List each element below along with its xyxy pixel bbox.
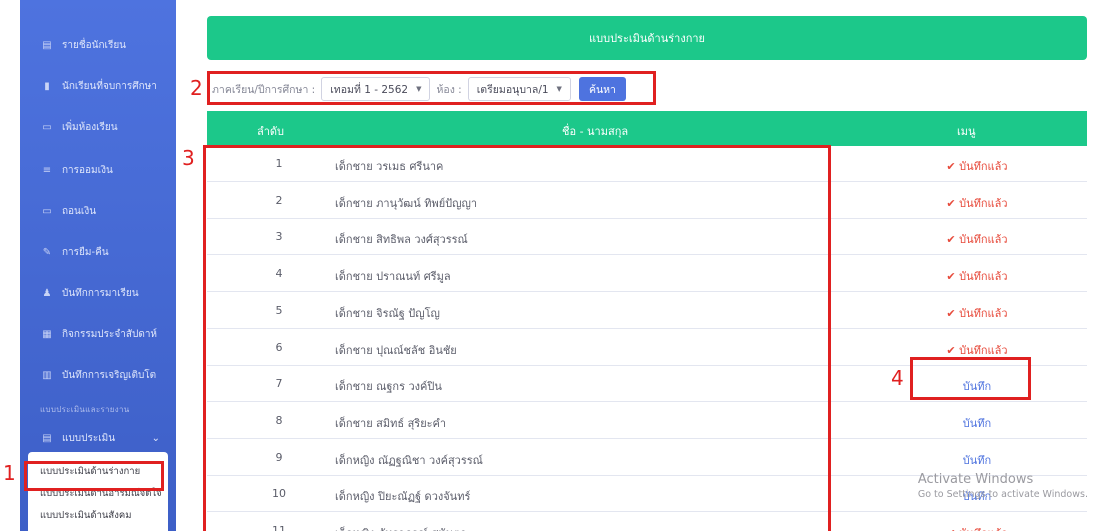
chat-icon: ▭ — [42, 121, 52, 133]
calendar-icon: ▦ — [42, 328, 52, 340]
saved-status[interactable]: ✔ บันทึกแล้ว — [907, 230, 1047, 248]
record-link[interactable]: บันทึก — [907, 451, 1047, 469]
header-number: ลำดับ — [257, 125, 285, 138]
chevron-down-icon: ⌄ — [151, 432, 160, 444]
annotation-box-1 — [24, 461, 164, 491]
sidebar-item-withdraw[interactable]: ▭ ถอนเงิน — [20, 191, 176, 231]
annotation-box-4 — [910, 357, 1031, 400]
sidebar-item-add-classroom[interactable]: ▭ เพิ่มห้องเรียน — [20, 107, 176, 147]
saved-status[interactable]: ✔ บันทึกแล้ว — [907, 524, 1047, 531]
header-name: ชื่อ - นามสกุล — [562, 125, 629, 138]
left-gutter — [0, 0, 20, 531]
wallet-icon: ≡ — [42, 164, 52, 176]
header-menu: เมนู — [957, 125, 976, 138]
saved-status[interactable]: ✔ บันทึกแล้ว — [907, 304, 1047, 322]
sidebar-item-attendance[interactable]: ♟ บันทึกการมาเรียน — [20, 273, 176, 313]
user-edit-icon: ♟ — [42, 287, 52, 299]
list-icon: ▤ — [42, 39, 52, 51]
annotation-number-4: 4 — [891, 366, 904, 390]
submenu-item-social[interactable]: แบบประเมินด้านสังคม — [40, 504, 170, 526]
sidebar-section-heading: แบบประเมินและรายงาน — [40, 405, 130, 414]
sidebar-item-growth[interactable]: ▥ บันทึกการเจริญเติบโต — [20, 355, 176, 395]
annotation-number-2: 2 — [190, 76, 203, 100]
sidebar-item-savings[interactable]: ≡ การออมเงิน — [20, 150, 176, 190]
table-header: ลำดับ ชื่อ - นามสกุล เมนู — [207, 111, 1087, 146]
sidebar-item-graduated[interactable]: ▮ นักเรียนที่จบการศึกษา — [20, 66, 176, 106]
saved-status[interactable]: ✔ บันทึกแล้ว — [907, 157, 1047, 175]
doc-icon: ▮ — [44, 80, 50, 92]
saved-status[interactable]: ✔ บันทึกแล้ว — [907, 267, 1047, 285]
saved-status[interactable]: ✔ บันทึกแล้ว — [907, 194, 1047, 212]
sidebar: ▤ รายชื่อนักเรียน ▮ นักเรียนที่จบการศึกษา … — [20, 0, 176, 531]
chart-icon: ▥ — [42, 369, 52, 381]
sidebar-item-weekly-activity[interactable]: ▦ กิจกรรมประจำสัปดาห์ — [20, 314, 176, 354]
list-icon: ▤ — [42, 432, 52, 444]
annotation-box-3 — [203, 145, 831, 531]
annotation-number-3: 3 — [182, 146, 195, 170]
annotation-number-1: 1 — [3, 461, 16, 485]
sidebar-item-student-list[interactable]: ▤ รายชื่อนักเรียน — [20, 25, 176, 65]
page-title: แบบประเมินด้านร่างกาย — [589, 32, 705, 45]
activate-windows-watermark: Activate Windows Go to Settings to activ… — [917, 472, 1088, 500]
pen-icon: ✎ — [42, 246, 52, 258]
record-link[interactable]: บันทึก — [907, 414, 1047, 432]
annotation-box-2 — [207, 71, 656, 105]
page-title-banner: แบบประเมินด้านร่างกาย — [207, 16, 1087, 60]
card-icon: ▭ — [42, 205, 52, 217]
sidebar-item-borrow-return[interactable]: ✎ การยืม-คืน — [20, 232, 176, 272]
saved-status[interactable]: ✔ บันทึกแล้ว — [907, 341, 1047, 359]
